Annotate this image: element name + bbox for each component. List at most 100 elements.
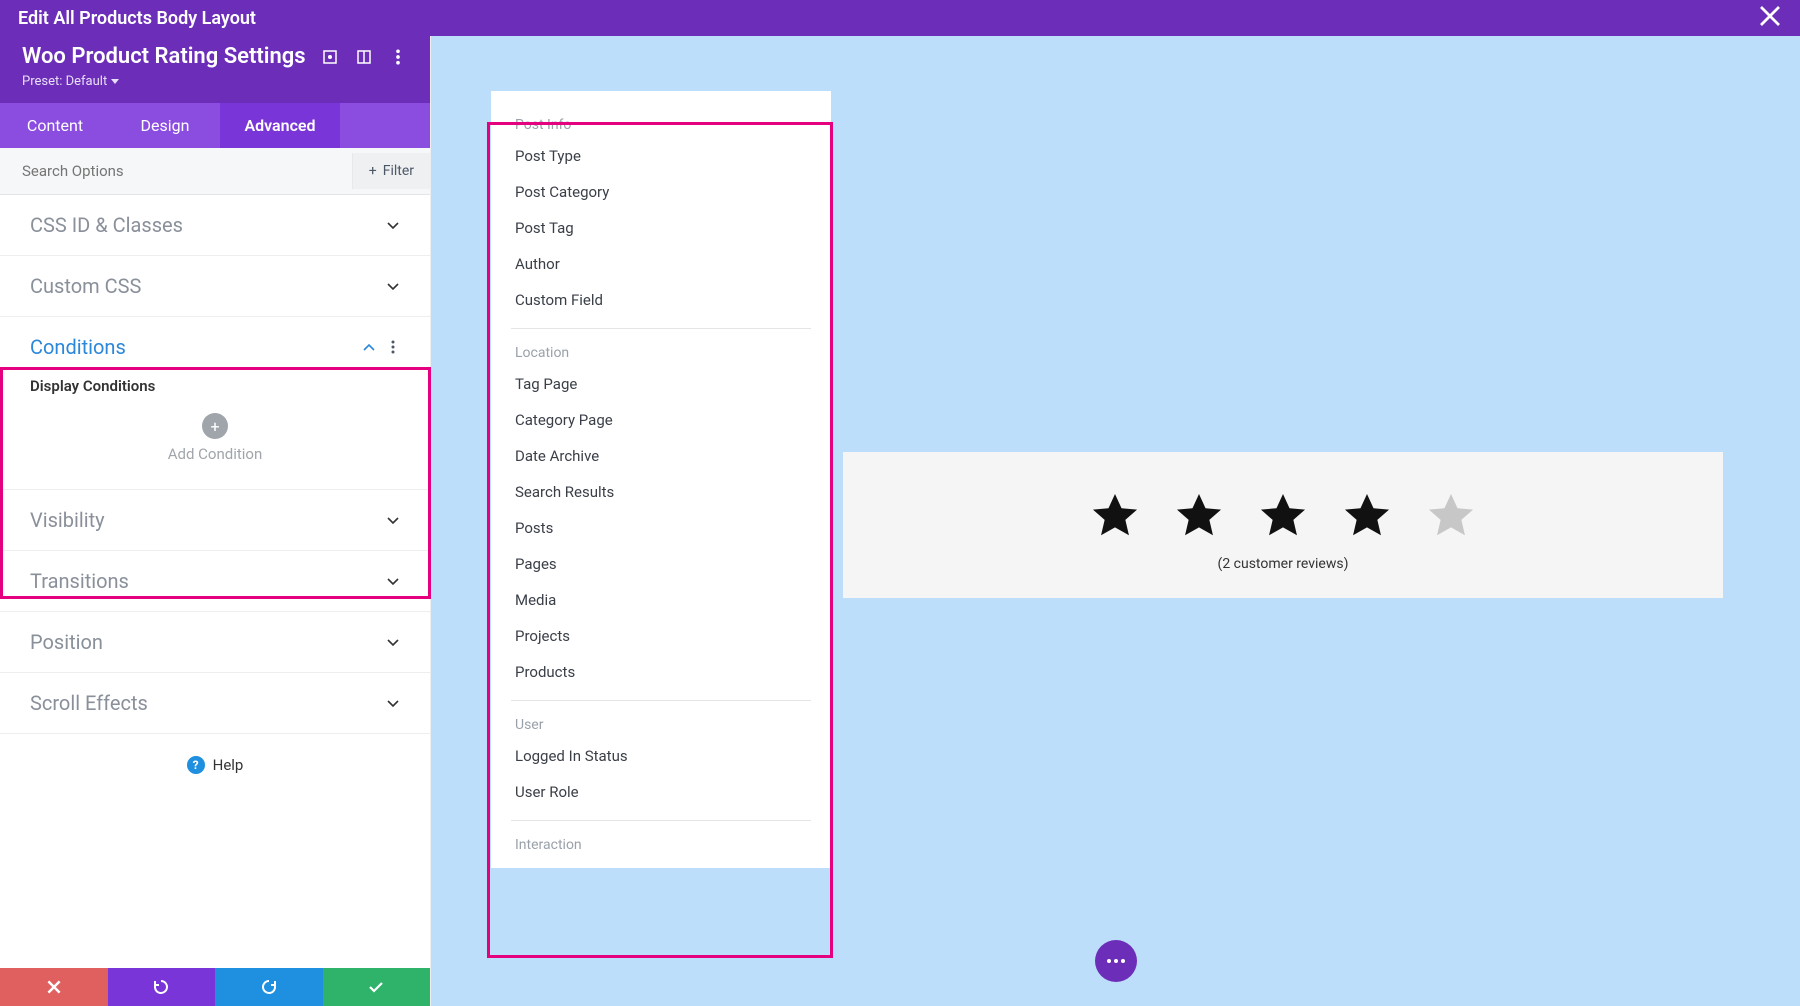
popup-item-posts[interactable]: Posts xyxy=(511,510,811,546)
popup-item-pages[interactable]: Pages xyxy=(511,546,811,582)
popup-item-logged-in-status[interactable]: Logged In Status xyxy=(511,738,811,774)
popup-item-post-type[interactable]: Post Type xyxy=(511,138,811,174)
help-button[interactable]: ? Help xyxy=(0,734,430,796)
preset-dropdown[interactable]: Preset: Default xyxy=(22,74,408,89)
popup-item-user-role[interactable]: User Role xyxy=(511,774,811,810)
help-icon: ? xyxy=(187,756,205,774)
popup-item-search-results[interactable]: Search Results xyxy=(511,474,811,510)
section-body: Display Conditions + Add Condition xyxy=(0,377,430,489)
undo-button[interactable] xyxy=(108,968,216,1006)
chevron-down-icon xyxy=(386,574,400,588)
popup-item-media[interactable]: Media xyxy=(511,582,811,618)
chevron-down-icon xyxy=(386,218,400,232)
chevron-down-icon xyxy=(386,513,400,527)
section-header[interactable]: Transitions xyxy=(0,551,430,611)
close-icon xyxy=(1758,4,1782,28)
save-button[interactable] xyxy=(323,968,431,1006)
section-conditions: Conditions Display Conditions + Add Cond… xyxy=(0,317,430,490)
star-icon xyxy=(1088,490,1142,544)
popup-group-title: Post Info xyxy=(511,107,811,138)
search-row: + Filter xyxy=(0,148,430,195)
conditions-popup: Post Info Post Type Post Category Post T… xyxy=(491,91,831,868)
settings-tabs: Content Design Advanced xyxy=(0,103,430,148)
popup-item-post-tag[interactable]: Post Tag xyxy=(511,210,811,246)
preset-label: Preset: Default xyxy=(22,74,107,89)
section-header[interactable]: Custom CSS xyxy=(0,256,430,316)
popup-group-title: User xyxy=(511,707,811,738)
section-title: Visibility xyxy=(30,508,105,532)
popup-item-category-page[interactable]: Category Page xyxy=(511,402,811,438)
popup-group-title: Location xyxy=(511,335,811,366)
star-icon xyxy=(1256,490,1310,544)
tab-design[interactable]: Design xyxy=(110,103,220,148)
chevron-down-icon xyxy=(386,279,400,293)
search-input[interactable] xyxy=(0,148,352,194)
section-title: Transitions xyxy=(30,569,129,593)
section-more-button[interactable] xyxy=(386,339,400,355)
builder-fab-button[interactable] xyxy=(1095,940,1137,982)
app-header-bar: Edit All Products Body Layout xyxy=(0,0,1800,36)
popup-item-products[interactable]: Products xyxy=(511,654,811,690)
popup-item-post-category[interactable]: Post Category xyxy=(511,174,811,210)
help-label: Help xyxy=(213,756,244,774)
sidebar-header: Woo Product Rating Settings Preset: Defa… xyxy=(0,36,430,103)
chevron-down-icon xyxy=(386,635,400,649)
popup-item-author[interactable]: Author xyxy=(511,246,811,282)
section-header[interactable]: Position xyxy=(0,612,430,672)
section-position: Position xyxy=(0,612,430,673)
settings-sidebar: Woo Product Rating Settings Preset: Defa… xyxy=(0,36,431,1006)
check-icon xyxy=(367,978,385,996)
expand-icon xyxy=(322,49,338,65)
add-condition-label[interactable]: Add Condition xyxy=(30,445,400,463)
columns-icon xyxy=(356,49,372,65)
popup-group-title: Interaction xyxy=(511,827,811,858)
undo-icon xyxy=(152,978,170,996)
popup-item-projects[interactable]: Projects xyxy=(511,618,811,654)
chevron-down-icon xyxy=(111,79,119,84)
reviews-count[interactable]: (2 customer reviews) xyxy=(873,556,1693,572)
star-icon xyxy=(1172,490,1226,544)
section-title: CSS ID & Classes xyxy=(30,213,183,237)
star-icon xyxy=(1340,490,1394,544)
canvas-area: Post Info Post Type Post Category Post T… xyxy=(431,36,1800,1006)
tab-content[interactable]: Content xyxy=(0,103,110,148)
section-css-id: CSS ID & Classes xyxy=(0,195,430,256)
popup-item-tag-page[interactable]: Tag Page xyxy=(511,366,811,402)
popup-item-date-archive[interactable]: Date Archive xyxy=(511,438,811,474)
section-title: Custom CSS xyxy=(30,274,141,298)
star-icon-empty xyxy=(1424,490,1478,544)
filter-button[interactable]: + Filter xyxy=(352,153,430,189)
page-title: Edit All Products Body Layout xyxy=(18,8,256,29)
popup-item-custom-field[interactable]: Custom Field xyxy=(511,282,811,318)
bottom-action-bar xyxy=(0,968,430,1006)
kebab-icon xyxy=(390,49,406,65)
section-visibility: Visibility xyxy=(0,490,430,551)
close-button[interactable] xyxy=(1758,4,1782,32)
plus-icon: + xyxy=(369,163,377,179)
section-title: Scroll Effects xyxy=(30,691,148,715)
discard-button[interactable] xyxy=(0,968,108,1006)
product-rating-card: (2 customer reviews) xyxy=(843,452,1723,598)
section-scroll-effects: Scroll Effects xyxy=(0,673,430,734)
section-header[interactable]: Conditions xyxy=(0,317,430,377)
redo-button[interactable] xyxy=(215,968,323,1006)
section-transitions: Transitions xyxy=(0,551,430,612)
expand-button[interactable] xyxy=(320,47,340,67)
section-header[interactable]: Scroll Effects xyxy=(0,673,430,733)
more-button[interactable] xyxy=(388,47,408,67)
tab-advanced[interactable]: Advanced xyxy=(220,103,340,148)
chevron-up-icon xyxy=(362,340,376,354)
add-condition-button[interactable]: + xyxy=(202,413,228,439)
layout-button[interactable] xyxy=(354,47,374,67)
section-custom-css: Custom CSS xyxy=(0,256,430,317)
more-icon xyxy=(1107,959,1125,963)
section-header[interactable]: Visibility xyxy=(0,490,430,550)
close-icon xyxy=(45,978,63,996)
section-title: Conditions xyxy=(30,335,126,359)
filter-label: Filter xyxy=(383,163,414,179)
chevron-down-icon xyxy=(386,696,400,710)
section-header[interactable]: CSS ID & Classes xyxy=(0,195,430,255)
sidebar-title: Woo Product Rating Settings xyxy=(22,44,306,69)
display-conditions-label: Display Conditions xyxy=(30,377,400,395)
star-row xyxy=(873,490,1693,544)
